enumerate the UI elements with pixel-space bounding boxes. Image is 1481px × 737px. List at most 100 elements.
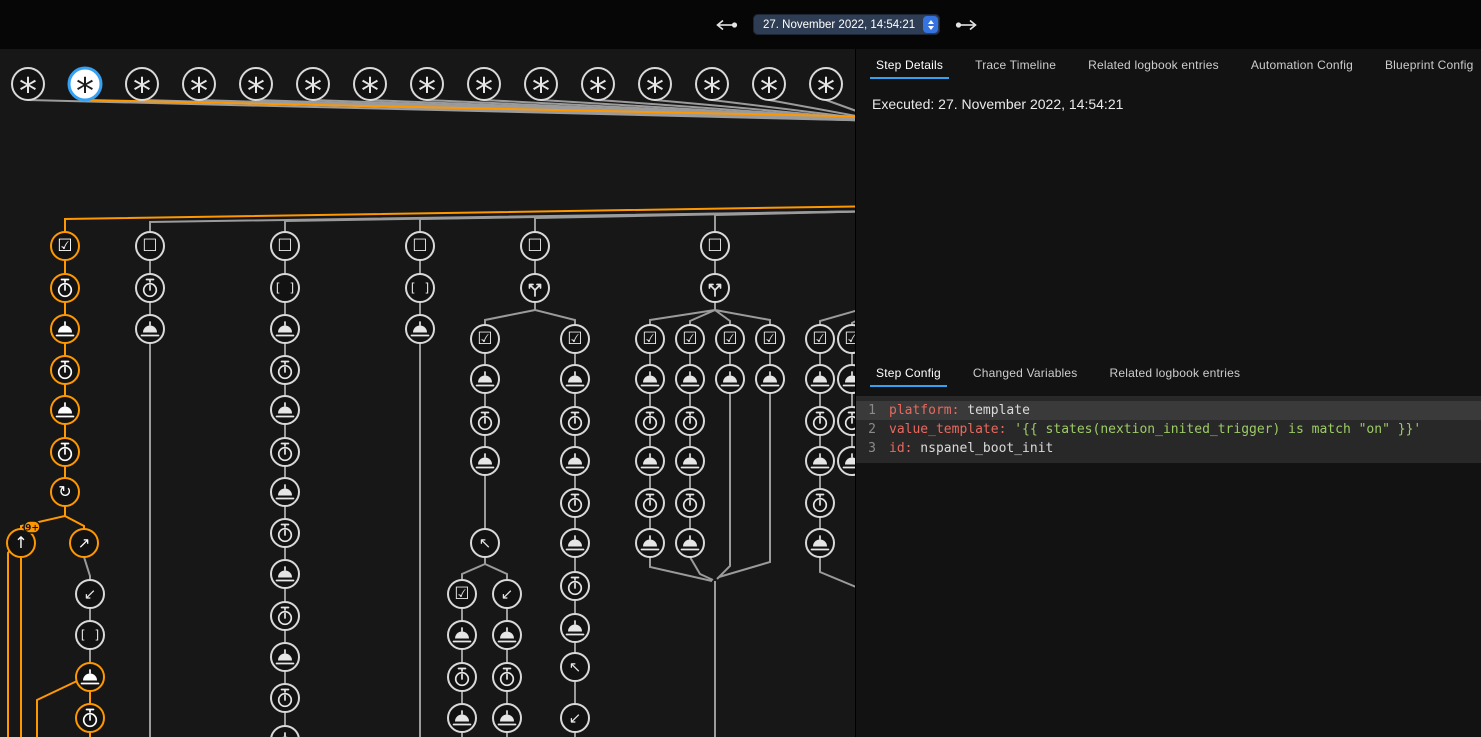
trace-select[interactable]: 27. November 2022, 14:54:21 [753,14,940,35]
trace-node-checkbox-blank[interactable]: ☐ [271,232,299,260]
trace-node-dome[interactable] [806,447,834,475]
trace-node-dome[interactable] [756,365,784,393]
trace-node-dome[interactable] [636,529,664,557]
trace-node-timer[interactable] [806,407,834,435]
trace-node-timer[interactable] [51,438,79,466]
trace-node-checkbox-marked[interactable]: ☑ [471,325,499,353]
trace-node-timer[interactable] [636,489,664,517]
trace-node-timer[interactable] [51,274,79,302]
trace-node-checkbox-marked[interactable]: ☑ [676,325,704,353]
trace-node-dome[interactable] [271,315,299,343]
trace-node-dome[interactable] [806,529,834,557]
trace-node-timer[interactable] [676,489,704,517]
trace-node-dome[interactable] [806,365,834,393]
trace-node-checkbox-blank[interactable]: ☐ [136,232,164,260]
trace-node-dome[interactable] [561,365,589,393]
trace-node-checkbox-marked[interactable]: ☑ [51,232,79,260]
trace-node-asterisk[interactable]: * [126,68,158,112]
trace-node-dome[interactable] [493,621,521,649]
previous-trace-button[interactable] [712,11,740,39]
trace-node-arrow-sw[interactable]: ↙ [76,580,104,608]
trace-node-checkbox-marked[interactable]: ☑ [636,325,664,353]
trace-node-checkbox-marked[interactable]: ☑ [716,325,744,353]
tab-automation-config[interactable]: Automation Config [1235,49,1369,80]
trace-node-timer[interactable] [271,519,299,547]
trace-node-checkbox-marked[interactable]: ☑ [561,325,589,353]
trace-node-timer[interactable] [561,572,589,600]
trace-graph[interactable]: ***************☑↻↑9+↗↙[ ]☐☐[ ]☐[ ]☐☑↖☑↙☑… [0,49,855,737]
trace-node-timer[interactable] [51,356,79,384]
trace-node-timer[interactable] [561,407,589,435]
trace-node-timer[interactable] [271,684,299,712]
trace-node-dome[interactable] [51,315,79,343]
trace-node-dome[interactable] [838,365,855,393]
trace-node-dome[interactable] [838,447,855,475]
trace-node-checkbox-marked[interactable]: ☑ [838,325,855,353]
trace-node-dome[interactable] [51,396,79,424]
trace-node-dome[interactable] [471,365,499,393]
trace-node-refresh[interactable]: ↻ [51,478,79,506]
tab-blueprint-config[interactable]: Blueprint Config [1369,49,1481,80]
trace-node-timer[interactable] [676,407,704,435]
trace-node-checkbox-blank[interactable]: ☐ [701,232,729,260]
trace-node-timer[interactable] [636,407,664,435]
tab-step-config[interactable]: Step Config [860,358,957,388]
trace-node-dome[interactable] [561,614,589,642]
trace-node-timer[interactable] [136,274,164,302]
trace-node-dome[interactable] [448,621,476,649]
trace-node-brackets[interactable]: [ ] [76,621,104,649]
trace-node-dome[interactable] [636,365,664,393]
tab-related-logbook-entries[interactable]: Related logbook entries [1072,49,1235,80]
trace-node-dome[interactable] [676,447,704,475]
trace-node-dome[interactable] [406,315,434,343]
trace-node-arrow-sw[interactable]: ↙ [561,704,589,732]
trace-node-dome[interactable] [448,704,476,732]
trace-node-checkbox-marked[interactable]: ☑ [448,580,476,608]
trace-node-checkbox-blank[interactable]: ☐ [406,232,434,260]
trace-node-arrow-nw[interactable]: ↖ [471,529,499,557]
trace-node-checkbox-marked[interactable]: ☑ [806,325,834,353]
trace-node-dome[interactable] [561,447,589,475]
trace-node-asterisk[interactable]: * [810,68,842,112]
trace-node-dome[interactable] [561,529,589,557]
trace-node-asterisk[interactable]: * [12,68,44,112]
trace-node-shuffle[interactable] [521,274,549,302]
trace-node-arrow-nw[interactable]: ↖ [561,653,589,681]
trace-node-dome[interactable] [271,478,299,506]
trace-node-timer[interactable] [838,407,855,435]
trace-node-timer[interactable] [76,704,104,732]
trace-node-brackets[interactable]: [ ] [406,274,434,302]
trace-node-timer[interactable] [271,356,299,384]
trace-node-dome[interactable] [271,643,299,671]
trace-node-dome[interactable] [271,560,299,588]
trace-node-dome[interactable] [493,704,521,732]
trace-node-timer[interactable] [561,489,589,517]
trace-node-dome[interactable] [716,365,744,393]
tab-trace-timeline[interactable]: Trace Timeline [959,49,1072,80]
trace-node-dome[interactable] [271,726,299,737]
trace-node-arrow-sw[interactable]: ↙ [493,580,521,608]
trace-node-timer[interactable] [471,407,499,435]
trace-node-shuffle[interactable] [701,274,729,302]
trace-node-checkbox-blank[interactable]: ☐ [521,232,549,260]
trace-node-arrow-up[interactable]: ↑9+ [7,521,40,557]
trace-node-dome[interactable] [136,315,164,343]
next-trace-button[interactable] [953,11,981,39]
trace-node-brackets[interactable]: [ ] [271,274,299,302]
trace-node-dome[interactable] [676,365,704,393]
trace-node-dome[interactable] [636,447,664,475]
trace-node-timer[interactable] [271,438,299,466]
trace-node-timer[interactable] [271,602,299,630]
tab-step-details[interactable]: Step Details [860,49,959,80]
trace-node-asterisk[interactable]: * [69,68,101,112]
trace-node-dome[interactable] [471,447,499,475]
trace-node-timer[interactable] [806,489,834,517]
trace-node-checkbox-marked[interactable]: ☑ [756,325,784,353]
tab-changed-variables[interactable]: Changed Variables [957,358,1094,388]
trace-graph-panel[interactable]: ***************☑↻↑9+↗↙[ ]☐☐[ ]☐[ ]☐☑↖☑↙☑… [0,49,855,737]
trace-node-timer[interactable] [448,663,476,691]
trace-node-dome[interactable] [271,396,299,424]
tab-related-logbook-entries[interactable]: Related logbook entries [1094,358,1257,388]
trace-node-timer[interactable] [493,663,521,691]
trace-node-dome[interactable] [76,663,104,691]
